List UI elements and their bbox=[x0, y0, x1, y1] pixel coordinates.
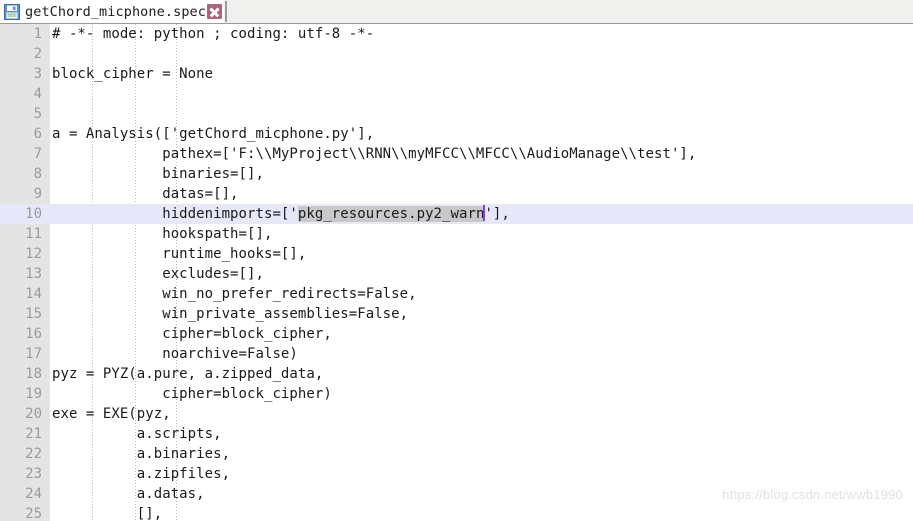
code-text[interactable]: pathex=['F:\\MyProject\\RNN\\myMFCC\\MFC… bbox=[52, 144, 696, 164]
tab-title: getChord_micphone.spec bbox=[25, 3, 207, 20]
line-number: 13 bbox=[25, 266, 42, 282]
line-number: 2 bbox=[33, 46, 42, 62]
code-line[interactable]: 25 [], bbox=[0, 504, 913, 521]
code-text[interactable]: [], bbox=[52, 504, 162, 521]
code-line[interactable]: 3 block_cipher = None bbox=[0, 64, 913, 84]
code-text[interactable]: hiddenimports=['pkg_resources.py2_warn']… bbox=[52, 204, 510, 224]
code-text[interactable]: a = Analysis(['getChord_micphone.py'], bbox=[52, 124, 374, 144]
line-number: 14 bbox=[25, 286, 42, 302]
text-cursor bbox=[483, 205, 486, 221]
save-disk-icon bbox=[4, 3, 20, 20]
code-line[interactable]: 14 win_no_prefer_redirects=False, bbox=[0, 284, 913, 304]
code-line[interactable]: 24 a.datas, bbox=[0, 484, 913, 504]
code-text[interactable]: hookspath=[], bbox=[52, 224, 272, 244]
code-text[interactable]: block_cipher = None bbox=[52, 64, 213, 84]
code-text[interactable]: exe = EXE(pyz, bbox=[52, 404, 171, 424]
code-line[interactable]: 17 noarchive=False) bbox=[0, 344, 913, 364]
code-line[interactable]: 11 hookspath=[], bbox=[0, 224, 913, 244]
code-line[interactable]: 18 pyz = PYZ(a.pure, a.zipped_data, bbox=[0, 364, 913, 384]
code-line[interactable]: 9 datas=[], bbox=[0, 184, 913, 204]
line-number: 19 bbox=[25, 386, 42, 402]
line-number: 5 bbox=[33, 106, 42, 122]
line-number: 22 bbox=[25, 446, 42, 462]
line-number: 3 bbox=[33, 66, 42, 82]
code-line[interactable]: 1 # -*- mode: python ; coding: utf-8 -*- bbox=[0, 24, 913, 44]
line-number: 23 bbox=[25, 466, 42, 482]
code-text[interactable]: pyz = PYZ(a.pure, a.zipped_data, bbox=[52, 364, 323, 384]
code-text[interactable]: win_private_assemblies=False, bbox=[52, 304, 408, 324]
code-text[interactable]: noarchive=False) bbox=[52, 344, 298, 364]
code-text[interactable]: # -*- mode: python ; coding: utf-8 -*- bbox=[52, 24, 374, 44]
code-text[interactable]: datas=[], bbox=[52, 184, 239, 204]
editor-tab[interactable]: getChord_micphone.spec bbox=[0, 0, 225, 23]
tab-separator bbox=[225, 1, 228, 22]
code-line[interactable]: 15 win_private_assemblies=False, bbox=[0, 304, 913, 324]
line-number: 21 bbox=[25, 426, 42, 442]
selected-text[interactable]: pkg_resources.py2_warn bbox=[297, 206, 485, 222]
code-line[interactable]: 20 exe = EXE(pyz, bbox=[0, 404, 913, 424]
code-line[interactable]: 7 pathex=['F:\\MyProject\\RNN\\myMFCC\\M… bbox=[0, 144, 913, 164]
line-number: 17 bbox=[25, 346, 42, 362]
code-text[interactable]: excludes=[], bbox=[52, 264, 264, 284]
line-number: 20 bbox=[25, 406, 42, 422]
line-number: 8 bbox=[33, 166, 42, 182]
code-line[interactable]: 5 bbox=[0, 104, 913, 124]
line-number: 6 bbox=[33, 126, 42, 142]
code-text[interactable]: a.binaries, bbox=[52, 444, 230, 464]
line-number: 11 bbox=[25, 226, 42, 242]
line-number: 25 bbox=[25, 506, 42, 521]
code-text[interactable]: binaries=[], bbox=[52, 164, 264, 184]
tab-bar: getChord_micphone.spec bbox=[0, 0, 913, 24]
line-number: 10 bbox=[25, 206, 42, 222]
code-line[interactable]: 12 runtime_hooks=[], bbox=[0, 244, 913, 264]
code-line[interactable]: 4 bbox=[0, 84, 913, 104]
code-line[interactable]: 2 bbox=[0, 44, 913, 64]
code-line[interactable]: 23 a.zipfiles, bbox=[0, 464, 913, 484]
code-text[interactable]: cipher=block_cipher) bbox=[52, 384, 332, 404]
code-line[interactable]: 19 cipher=block_cipher) bbox=[0, 384, 913, 404]
code-lines[interactable]: 1 # -*- mode: python ; coding: utf-8 -*- 2… bbox=[0, 24, 913, 521]
code-line[interactable]: 22 a.binaries, bbox=[0, 444, 913, 464]
code-line[interactable]: 8 binaries=[], bbox=[0, 164, 913, 184]
code-line[interactable]: 13 excludes=[], bbox=[0, 264, 913, 284]
code-text[interactable]: a.zipfiles, bbox=[52, 464, 230, 484]
code-line[interactable]: 6 a = Analysis(['getChord_micphone.py'], bbox=[0, 124, 913, 144]
code-text[interactable]: runtime_hooks=[], bbox=[52, 244, 306, 264]
line-number: 12 bbox=[25, 246, 42, 262]
line-number: 16 bbox=[25, 326, 42, 342]
code-text[interactable]: cipher=block_cipher, bbox=[52, 324, 332, 344]
line-number: 15 bbox=[25, 306, 42, 322]
code-text[interactable]: a.datas, bbox=[52, 484, 205, 504]
close-icon[interactable] bbox=[207, 4, 223, 19]
code-line[interactable]: 21 a.scripts, bbox=[0, 424, 913, 444]
line-number: 4 bbox=[33, 86, 42, 102]
line-number: 24 bbox=[25, 486, 42, 502]
code-text[interactable]: win_no_prefer_redirects=False, bbox=[52, 284, 417, 304]
line-number: 7 bbox=[33, 146, 42, 162]
line-number: 9 bbox=[33, 186, 42, 202]
code-editor[interactable]: 1 # -*- mode: python ; coding: utf-8 -*- 2… bbox=[0, 24, 913, 521]
line-number: 18 bbox=[25, 366, 42, 382]
code-line[interactable]: 16 cipher=block_cipher, bbox=[0, 324, 913, 344]
code-text[interactable]: a.scripts, bbox=[52, 424, 222, 444]
code-line[interactable]: 10 hiddenimports=['pkg_resources.py2_war… bbox=[0, 204, 913, 224]
line-number: 1 bbox=[33, 26, 42, 42]
